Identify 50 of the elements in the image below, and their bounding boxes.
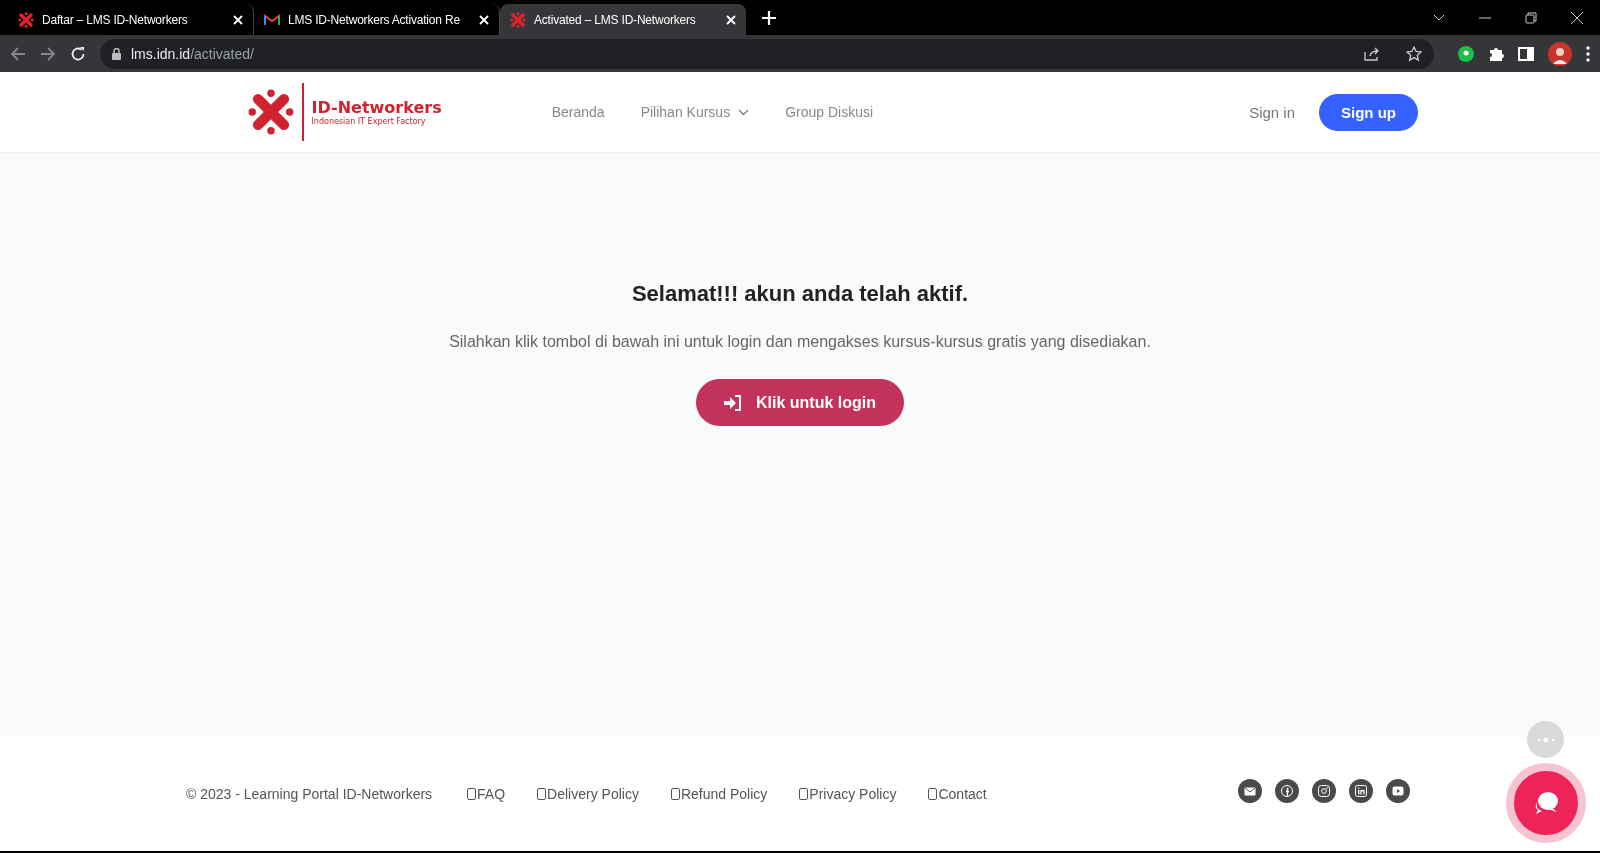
menu-icon[interactable] xyxy=(1586,45,1590,62)
avatar-icon[interactable] xyxy=(1548,41,1572,66)
page-title: Selamat!!! akun anda telah aktif. xyxy=(631,281,969,307)
footer-link[interactable]: FAQ xyxy=(467,786,506,802)
logo-tagline: Indonesian IT Expert Factory xyxy=(311,117,427,126)
back-icon[interactable] xyxy=(10,45,26,62)
facebook-icon[interactable] xyxy=(1275,779,1299,803)
missing-glyph-icon xyxy=(537,788,547,800)
lock-icon xyxy=(112,47,121,60)
missing-glyph-icon xyxy=(799,788,809,800)
sign-in-link[interactable]: Sign in xyxy=(1249,103,1295,121)
nav-link[interactable]: Beranda xyxy=(551,104,605,120)
star-icon[interactable] xyxy=(1406,45,1422,62)
browser-tab[interactable]: Activated – LMS ID-Networkers xyxy=(500,4,746,35)
missing-glyph-icon xyxy=(670,788,680,800)
puzzle-icon[interactable] xyxy=(1488,45,1504,62)
login-button[interactable]: Klik untuk login xyxy=(696,379,904,426)
close-icon[interactable] xyxy=(479,14,489,25)
logo-icon xyxy=(510,11,526,28)
youtube-icon[interactable] xyxy=(1386,779,1410,803)
nav-link[interactable]: Group Diskusi xyxy=(785,104,874,120)
side-panel-icon[interactable] xyxy=(1518,46,1534,61)
footer-link[interactable]: Delivery Policy xyxy=(537,786,639,802)
message-text: Silahkan klik tombol di bawah ini untuk login dan mengakses kursus-kursus gratis yang disediakan. xyxy=(449,333,1151,351)
footer-link[interactable]: Privacy Policy xyxy=(799,786,897,802)
logo-name: ID-Networkers xyxy=(311,98,442,117)
url-text: lms.idn.id/activated/ xyxy=(131,45,254,62)
new-tab-icon[interactable] xyxy=(762,10,776,25)
footer-link[interactable]: Refund Policy xyxy=(670,786,768,802)
nav-link[interactable]: Pilihan Kursus xyxy=(640,104,750,120)
missing-glyph-icon xyxy=(467,788,477,800)
forward-icon[interactable] xyxy=(40,45,56,62)
logo-icon xyxy=(248,89,294,135)
email-icon[interactable] xyxy=(1238,779,1262,803)
missing-glyph-icon xyxy=(928,788,938,800)
address-bar[interactable]: lms.idn.id/activated/ xyxy=(100,38,1434,69)
logo-icon xyxy=(18,11,34,28)
dots-icon xyxy=(1536,736,1555,743)
footer-link[interactable]: Contact xyxy=(928,786,987,802)
reload-icon[interactable] xyxy=(70,45,86,62)
close-icon[interactable] xyxy=(233,14,243,25)
extension-icon[interactable] xyxy=(1458,45,1474,62)
share-icon[interactable] xyxy=(1364,46,1380,61)
copyright-text: © 2023 - Learning Portal ID-Networkers xyxy=(186,786,433,802)
mail-icon xyxy=(264,13,280,26)
linkedin-icon[interactable] xyxy=(1349,779,1373,803)
close-icon[interactable] xyxy=(726,14,736,25)
sign-in-icon xyxy=(724,394,742,411)
sign-up-button[interactable]: Sign up xyxy=(1319,93,1418,131)
instagram-icon[interactable] xyxy=(1312,779,1336,803)
